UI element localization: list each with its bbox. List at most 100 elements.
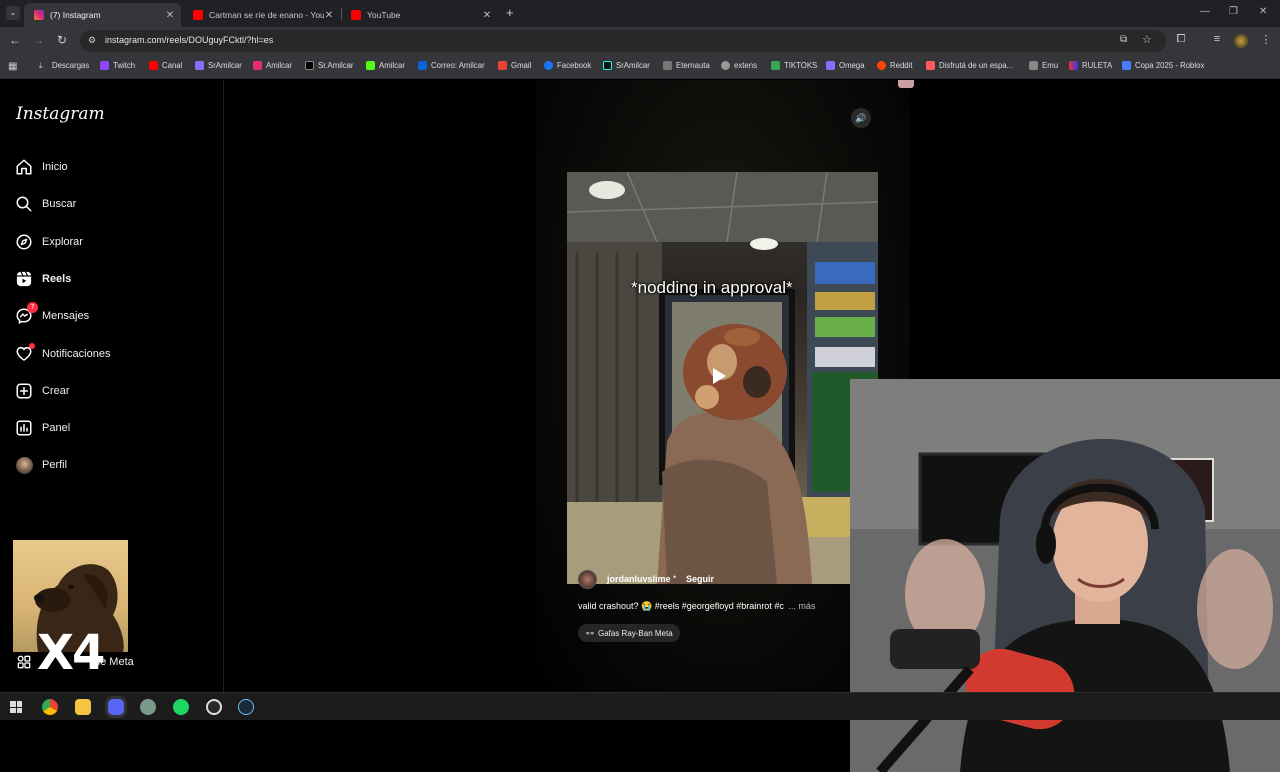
bookmark-reddit[interactable]: Reddit bbox=[877, 61, 913, 70]
youtube-icon bbox=[149, 61, 158, 70]
menu-icon[interactable]: ⋮ bbox=[1259, 33, 1273, 46]
site-info-icon[interactable]: ⚙ bbox=[88, 35, 96, 46]
bookmark-sramilcar-tiktok[interactable]: SrAmilcar bbox=[603, 61, 650, 70]
bookmark-canal[interactable]: Canal bbox=[149, 61, 182, 70]
bookmark-label: Amilcar bbox=[266, 61, 292, 70]
follow-button[interactable]: Seguir bbox=[686, 574, 714, 584]
nav-label: Buscar bbox=[42, 198, 77, 210]
back-icon[interactable]: ← bbox=[8, 33, 22, 47]
gmail-icon bbox=[498, 61, 507, 70]
bookmark-facebook[interactable]: Facebook bbox=[544, 61, 591, 70]
bookmark-correo[interactable]: Correo: Amilcar bbox=[418, 61, 485, 70]
bookmark-label: Emu bbox=[1042, 61, 1059, 70]
forward-icon[interactable]: → bbox=[31, 33, 45, 47]
bookmark-ruleta[interactable]: RULETA bbox=[1069, 61, 1112, 70]
discord-icon[interactable] bbox=[108, 699, 124, 715]
media-control-icon[interactable]: ≡ bbox=[1210, 33, 1224, 45]
bookmark-airbnb[interactable]: Disfrutá de un espa... bbox=[926, 61, 1013, 70]
more-link[interactable]: ... más bbox=[788, 601, 815, 611]
steam-icon[interactable] bbox=[238, 699, 254, 715]
nav-label: Inicio bbox=[42, 161, 68, 173]
close-icon[interactable]: ✕ bbox=[165, 10, 175, 21]
page-icon bbox=[1029, 61, 1038, 70]
bookmark-twitch[interactable]: Twitch bbox=[100, 61, 135, 70]
tiktok-icon bbox=[603, 61, 612, 70]
obs-icon[interactable] bbox=[206, 699, 222, 715]
close-icon[interactable]: ✕ bbox=[324, 10, 334, 21]
bookmark-tiktoks[interactable]: TIKTOKS bbox=[771, 61, 817, 70]
tab-youtube[interactable]: YouTube ✕ bbox=[341, 3, 498, 27]
x-icon bbox=[305, 61, 314, 70]
close-window-icon[interactable]: ✕ bbox=[1259, 6, 1267, 17]
reel-video[interactable]: *nodding in approval* bbox=[567, 172, 878, 584]
glasses-icon: 👓 bbox=[585, 628, 595, 638]
nav-explorar[interactable]: Explorar bbox=[14, 230, 83, 254]
bookmark-star-icon[interactable]: ☆ bbox=[1142, 33, 1152, 46]
reels-icon bbox=[14, 269, 34, 289]
profile-avatar[interactable] bbox=[1234, 34, 1248, 48]
facebook-icon bbox=[544, 61, 553, 70]
bookmark-sramilcar[interactable]: SrAmilcar bbox=[195, 61, 242, 70]
reel-author-avatar[interactable] bbox=[578, 570, 597, 589]
bookmark-eternauta[interactable]: Eternauta bbox=[663, 61, 710, 70]
nav-buscar[interactable]: Buscar bbox=[14, 192, 76, 216]
volume-icon[interactable]: 🔊 bbox=[851, 108, 871, 128]
nav-mensajes[interactable]: 7 Mensajes bbox=[14, 302, 89, 328]
nav-label: Notificaciones bbox=[42, 348, 111, 360]
bookmark-sr-amilcar-x[interactable]: Sr.Amilcar bbox=[305, 61, 354, 70]
download-icon: ⤓ bbox=[39, 61, 43, 70]
nav-panel[interactable]: Panel bbox=[14, 416, 70, 440]
apps-icon[interactable]: ▦ bbox=[8, 61, 17, 72]
minimize-icon[interactable]: — bbox=[1200, 6, 1210, 17]
nav-label: Perfil bbox=[42, 459, 68, 471]
nav-crear[interactable]: Crear bbox=[14, 379, 70, 403]
product-tag[interactable]: 👓 Gafas Ray-Ban Meta bbox=[578, 624, 680, 642]
nav-reels[interactable]: Reels bbox=[14, 267, 71, 291]
tab-instagram[interactable]: (7) Instagram ✕ bbox=[24, 3, 181, 27]
extensions-icon[interactable]: ⧠ bbox=[1174, 33, 1188, 46]
browser-tab-bar: ⌄ (7) Instagram ✕ Cartman se ríe de enan… bbox=[0, 0, 1280, 27]
bookmark-gmail[interactable]: Gmail bbox=[498, 61, 531, 70]
mail-icon bbox=[418, 61, 427, 70]
instagram-icon bbox=[34, 10, 44, 20]
bookmark-amilcar-ig[interactable]: Amilcar bbox=[253, 61, 292, 70]
tab-search-button[interactable]: ⌄ bbox=[6, 6, 20, 20]
windows-start-icon[interactable] bbox=[10, 701, 22, 713]
nav-perfil[interactable]: Perfil bbox=[14, 453, 67, 477]
bookmark-label: Disfrutá de un espa... bbox=[939, 61, 1014, 70]
home-icon bbox=[14, 157, 34, 177]
file-explorer-icon[interactable] bbox=[75, 699, 91, 715]
bookmark-emu[interactable]: Emu bbox=[1029, 61, 1058, 70]
reel-username[interactable]: jordanluvslime bbox=[607, 574, 671, 584]
close-icon[interactable]: ✕ bbox=[482, 10, 492, 21]
omega-icon bbox=[826, 61, 835, 70]
spotify-icon[interactable] bbox=[173, 699, 189, 715]
bookmark-roblox[interactable]: Copa 2025 - Roblox bbox=[1122, 61, 1204, 70]
bookmark-descargas[interactable]: ⤓ Descargas bbox=[39, 61, 89, 70]
play-icon[interactable] bbox=[713, 368, 726, 384]
kick-icon bbox=[366, 61, 375, 70]
bookmark-amilcar-kick[interactable]: Amilcar bbox=[366, 61, 405, 70]
bookmark-label: TIKTOKS bbox=[784, 61, 818, 70]
bookmark-omega[interactable]: Omega bbox=[826, 61, 865, 70]
app-icon[interactable] bbox=[140, 699, 156, 715]
plus-icon bbox=[14, 381, 34, 401]
nav-label: Explorar bbox=[42, 236, 83, 248]
instagram-logo[interactable]: Instagram bbox=[16, 104, 105, 124]
new-tab-button[interactable]: + bbox=[506, 5, 514, 20]
bookmark-label: Correo: Amilcar bbox=[431, 61, 485, 70]
bookmark-extens[interactable]: extens bbox=[721, 61, 757, 70]
page-icon bbox=[663, 61, 672, 70]
caption-overlay: *nodding in approval* bbox=[631, 278, 793, 297]
address-bar[interactable]: ⚙ instagram.com/reels/DOUguyFCktl/?hl=es… bbox=[80, 30, 1166, 52]
nav-inicio[interactable]: Inicio bbox=[14, 155, 68, 179]
tab-title: Cartman se ríe de enano - YouTube bbox=[209, 10, 324, 20]
install-app-icon[interactable]: ⧉ bbox=[1120, 34, 1127, 45]
tab-cartman[interactable]: Cartman se ríe de enano - YouTube ✕ bbox=[183, 3, 340, 27]
restore-icon[interactable]: ❐ bbox=[1229, 6, 1238, 17]
nav-notificaciones[interactable]: Notificaciones bbox=[14, 342, 110, 366]
chrome-icon[interactable] bbox=[42, 699, 58, 715]
previous-reel-thumb[interactable] bbox=[898, 80, 914, 88]
reload-icon[interactable]: ↻ bbox=[55, 33, 69, 47]
bookmark-label: Canal bbox=[162, 61, 183, 70]
